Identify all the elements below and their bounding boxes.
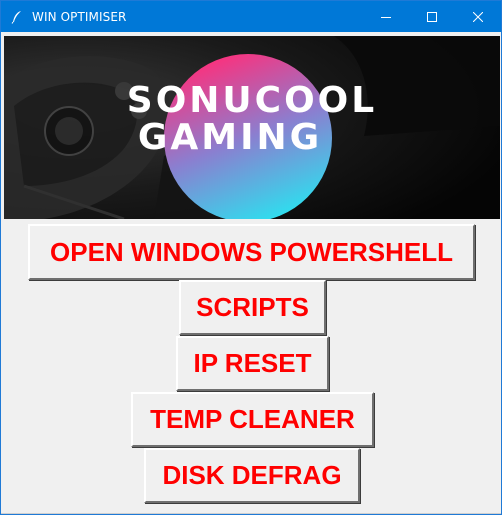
ip-reset-button[interactable]: IP RESET: [176, 336, 329, 391]
scripts-button[interactable]: SCRIPTS: [179, 280, 326, 335]
window-controls: [363, 1, 501, 32]
banner-image: SONUCOOL GAMING: [4, 36, 500, 219]
maximize-icon: [427, 11, 437, 22]
window-bottom-edge: [1, 513, 501, 514]
banner-line1: SONUCOOL: [127, 80, 377, 121]
close-icon: [473, 11, 483, 22]
title-bar[interactable]: WIN OPTIMISER: [1, 1, 501, 32]
minimize-icon: [381, 16, 391, 18]
maximize-button[interactable]: [409, 1, 455, 32]
close-button[interactable]: [455, 1, 501, 32]
feather-icon: [9, 9, 25, 25]
temp-cleaner-button[interactable]: TEMP CLEANER: [131, 392, 374, 447]
disk-defrag-button[interactable]: DISK DEFRAG: [144, 448, 360, 503]
app-window: WIN OPTIMISER SONUCOOL GAMING OPEN WINDO…: [0, 0, 502, 515]
banner-line2: GAMING: [138, 117, 322, 158]
window-title: WIN OPTIMISER: [32, 9, 127, 24]
minimize-button[interactable]: [363, 1, 409, 32]
open-powershell-button[interactable]: OPEN WINDOWS POWERSHELL: [28, 224, 475, 280]
